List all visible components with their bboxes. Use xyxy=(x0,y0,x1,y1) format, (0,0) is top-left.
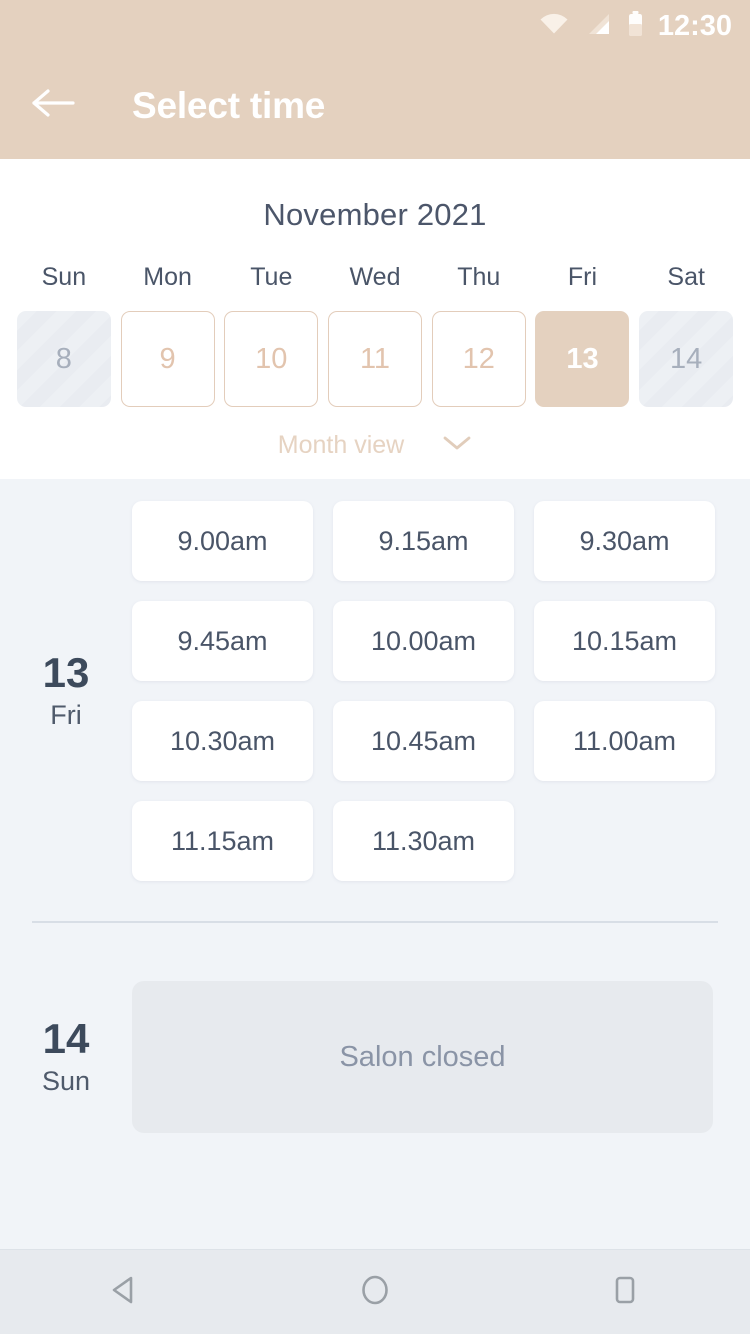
back-triangle-icon xyxy=(106,1271,144,1314)
calendar-day-12[interactable]: 12 xyxy=(431,311,526,407)
time-slot[interactable]: 9.30am xyxy=(534,501,715,581)
calendar-panel: November 2021 Sun Mon Tue Wed Thu Fri Sa… xyxy=(0,159,750,479)
app-bar: Select time xyxy=(0,52,750,159)
calendar-day-9[interactable]: 9 xyxy=(120,311,215,407)
screen-select-time: 12:30 Select time November 2021 Sun Mon … xyxy=(0,0,750,1334)
arrow-left-icon xyxy=(31,86,77,125)
weekday-label-sun: Sun xyxy=(41,263,87,291)
weekday-label-tue: Tue xyxy=(250,263,293,291)
android-nav-bar xyxy=(0,1249,750,1334)
weekday-label-sat: Sat xyxy=(667,263,705,291)
back-button[interactable] xyxy=(22,74,86,138)
schedule-day-label-14: 14 Sun xyxy=(0,981,132,1133)
schedule-day-weekday: Fri xyxy=(50,699,82,730)
schedule-day-label-13: 13 Fri xyxy=(0,501,132,881)
schedule-list: 13 Fri 9.00am 9.15am 9.30am 9.45am 10.00… xyxy=(0,479,750,1249)
status-bar: 12:30 xyxy=(0,0,750,52)
time-slot[interactable]: 9.15am xyxy=(333,501,514,581)
status-bar-icons xyxy=(539,10,644,42)
schedule-group-13: 13 Fri 9.00am 9.15am 9.30am 9.45am 10.00… xyxy=(0,479,750,881)
calendar-day-slot: 12 xyxy=(427,311,531,407)
time-slot[interactable]: 10.00am xyxy=(333,601,514,681)
nav-home-button[interactable] xyxy=(315,1250,435,1334)
calendar-day-slot: 10 xyxy=(219,311,323,407)
calendar-month-title: November 2021 xyxy=(263,197,487,232)
time-slot[interactable]: 11.30am xyxy=(333,801,514,881)
weekday-label-fri: Fri xyxy=(567,263,598,291)
calendar-day-slot: 11 xyxy=(323,311,427,407)
month-view-toggle[interactable]: Month view xyxy=(0,431,750,460)
calendar-day-slot: 9 xyxy=(116,311,220,407)
schedule-day-number: 14 xyxy=(42,1015,90,1063)
calendar-day-14: 14 xyxy=(639,311,734,407)
cellular-signal-icon xyxy=(585,12,611,41)
status-bar-clock: 12:30 xyxy=(657,9,732,42)
schedule-day-number: 13 xyxy=(42,649,90,697)
salon-closed-card: Salon closed xyxy=(132,981,713,1133)
weekday-label-thu: Thu xyxy=(457,263,501,291)
calendar-day-slot: 14 xyxy=(634,311,738,407)
time-slot[interactable]: 11.00am xyxy=(534,701,715,781)
month-view-label: Month view xyxy=(277,431,405,459)
home-circle-icon xyxy=(356,1271,394,1314)
time-slot[interactable]: 9.45am xyxy=(132,601,313,681)
time-slot[interactable]: 10.15am xyxy=(534,601,715,681)
wifi-icon xyxy=(539,12,569,41)
weekday-label-mon: Mon xyxy=(143,263,192,291)
battery-icon xyxy=(627,10,644,42)
recents-square-icon xyxy=(606,1271,644,1314)
calendar-day-10[interactable]: 10 xyxy=(224,311,319,407)
schedule-day-weekday: Sun xyxy=(41,1065,91,1096)
nav-back-button[interactable] xyxy=(65,1250,185,1334)
time-slot[interactable]: 10.30am xyxy=(132,701,313,781)
page-title: Select time xyxy=(132,84,326,126)
chevron-down-icon xyxy=(442,434,472,457)
time-slot[interactable]: 9.00am xyxy=(132,501,313,581)
schedule-group-14: 14 Sun Salon closed xyxy=(0,923,750,1133)
calendar-day-8: 8 xyxy=(16,311,111,407)
calendar-weekday-header: Sun Mon Tue Wed Thu Fri Sat xyxy=(0,263,750,292)
calendar-week-row: 8 9 10 11 12 13 14 xyxy=(0,311,750,407)
calendar-day-slot: 8 xyxy=(12,311,116,407)
weekday-label-wed: Wed xyxy=(349,263,401,291)
time-slot-grid: 9.00am 9.15am 9.30am 9.45am 10.00am 10.1… xyxy=(132,501,750,881)
time-slot[interactable]: 11.15am xyxy=(132,801,313,881)
nav-recents-button[interactable] xyxy=(565,1250,685,1334)
time-slot[interactable]: 10.45am xyxy=(333,701,514,781)
calendar-day-slot: 13 xyxy=(531,311,635,407)
calendar-day-13-selected[interactable]: 13 xyxy=(535,311,630,407)
calendar-day-11[interactable]: 11 xyxy=(328,311,423,407)
